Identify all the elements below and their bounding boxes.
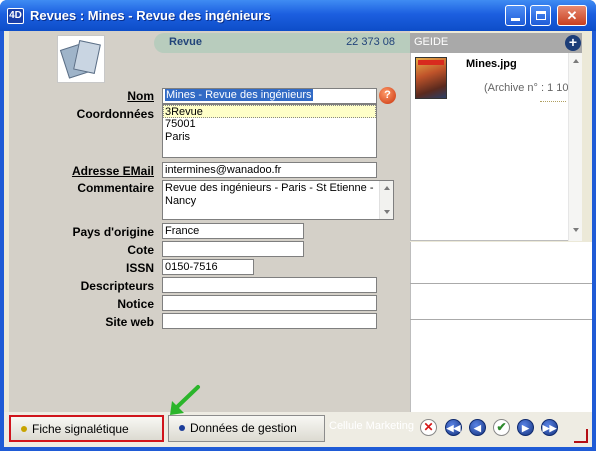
- help-button[interactable]: ?: [379, 87, 396, 104]
- tab-fiche-signaletique[interactable]: Fiche signalétique: [9, 415, 164, 442]
- newspaper-logo-icon: [57, 35, 105, 83]
- cote-field[interactable]: [162, 241, 304, 257]
- coordonnees-line-3: Paris: [165, 131, 191, 143]
- tab-bullet-icon: [21, 426, 27, 433]
- coordonnees-line-1: 3Revue: [163, 105, 376, 118]
- tab-fiche-label: Fiche signalétique: [32, 422, 129, 436]
- minimize-button[interactable]: [505, 5, 526, 26]
- maximize-button[interactable]: [530, 5, 551, 26]
- geide-document-list: Mines.jpg (Archive n° : 1 10: [410, 53, 582, 241]
- record-number: 22 373 08: [346, 36, 395, 48]
- geide-add-button[interactable]: +: [565, 35, 581, 51]
- pays-origine-label: Pays d'origine: [72, 225, 154, 239]
- first-record-button[interactable]: ◀◀: [445, 419, 462, 436]
- last-record-icon: ▶▶: [542, 423, 557, 433]
- notice-field[interactable]: [162, 295, 377, 311]
- geide-scrollbar[interactable]: [568, 53, 582, 241]
- pays-origine-field[interactable]: France: [162, 223, 304, 239]
- form-panel: Revue 22 373 08 Nom Mines - Revue des in…: [9, 31, 410, 412]
- maximize-icon: [536, 11, 546, 20]
- validate-icon: ✔: [496, 420, 507, 434]
- title-bar[interactable]: 4D Revues : Mines - Revue des ingénieurs…: [0, 0, 596, 31]
- nom-field[interactable]: Mines - Revue des ingénieurs: [162, 88, 377, 104]
- tab-bullet-icon: [179, 425, 185, 432]
- geide-header: GEIDE: [410, 33, 582, 53]
- last-record-button[interactable]: ▶▶: [541, 419, 558, 436]
- window-title: Revues : Mines - Revue des ingénieurs: [30, 8, 271, 23]
- panel-divider-1: [410, 283, 592, 284]
- issn-label: ISSN: [125, 261, 154, 275]
- cancel-icon: ✕: [423, 420, 434, 434]
- issn-field[interactable]: 0150-7516: [162, 259, 254, 275]
- previous-record-icon: ◀: [474, 423, 481, 433]
- record-header: Revue 22 373 08: [154, 33, 410, 53]
- cellule-marketing-label: Cellule Marketing: [329, 420, 414, 432]
- close-button[interactable]: ✕: [557, 5, 587, 26]
- coordonnees-label: Coordonnées: [76, 107, 154, 121]
- panel-divider-2: [410, 319, 592, 320]
- commentaire-value: Revue des ingénieurs - Paris - St Etienn…: [165, 182, 374, 207]
- app-window: 4D Revues : Mines - Revue des ingénieurs…: [0, 0, 596, 451]
- close-icon: ✕: [566, 8, 578, 23]
- first-record-icon: ◀◀: [446, 423, 461, 433]
- tab-donnees-de-gestion[interactable]: Données de gestion: [168, 415, 325, 442]
- geide-title: GEIDE: [414, 36, 449, 48]
- commentaire-field[interactable]: Revue des ingénieurs - Paris - St Etienn…: [162, 180, 394, 220]
- window-client-area: Revue 22 373 08 Nom Mines - Revue des in…: [4, 31, 592, 447]
- coordonnees-field[interactable]: 3Revue 75001 Paris: [162, 104, 377, 158]
- nom-label: Nom: [127, 89, 154, 103]
- next-record-button[interactable]: ▶: [517, 419, 534, 436]
- commentaire-scrollbar[interactable]: [379, 181, 393, 219]
- descripteurs-label: Descripteurs: [80, 279, 154, 293]
- descripteurs-field[interactable]: [162, 277, 377, 293]
- app-logo-icon: 4D: [7, 8, 24, 24]
- document-file-name: Mines.jpg: [466, 58, 517, 70]
- secondary-panel: [410, 242, 592, 412]
- resize-grip-icon[interactable]: [574, 429, 588, 443]
- notice-label: Notice: [117, 297, 154, 311]
- cancel-button[interactable]: ✕: [420, 419, 437, 436]
- green-arrow-annotation: [170, 385, 200, 415]
- adresse-email-field[interactable]: intermines@wanadoo.fr: [162, 162, 377, 178]
- record-type: Revue: [169, 36, 203, 48]
- next-record-icon: ▶: [522, 423, 529, 433]
- adresse-email-label: Adresse EMail: [71, 164, 154, 178]
- list-divider: [540, 101, 566, 102]
- tab-donnees-label: Données de gestion: [190, 421, 297, 435]
- previous-record-button[interactable]: ◀: [469, 419, 486, 436]
- site-web-label: Site web: [105, 315, 154, 329]
- cote-label: Cote: [127, 243, 154, 257]
- magazine-cover-thumbnail: [415, 57, 447, 99]
- validate-button[interactable]: ✔: [493, 419, 510, 436]
- nom-value: Mines - Revue des ingénieurs: [165, 89, 313, 101]
- site-web-field[interactable]: [162, 313, 377, 329]
- minimize-icon: [511, 18, 520, 21]
- coordonnees-line-2: 75001: [165, 118, 196, 130]
- commentaire-label: Commentaire: [77, 181, 154, 195]
- document-archive-number: (Archive n° : 1 10: [484, 82, 569, 94]
